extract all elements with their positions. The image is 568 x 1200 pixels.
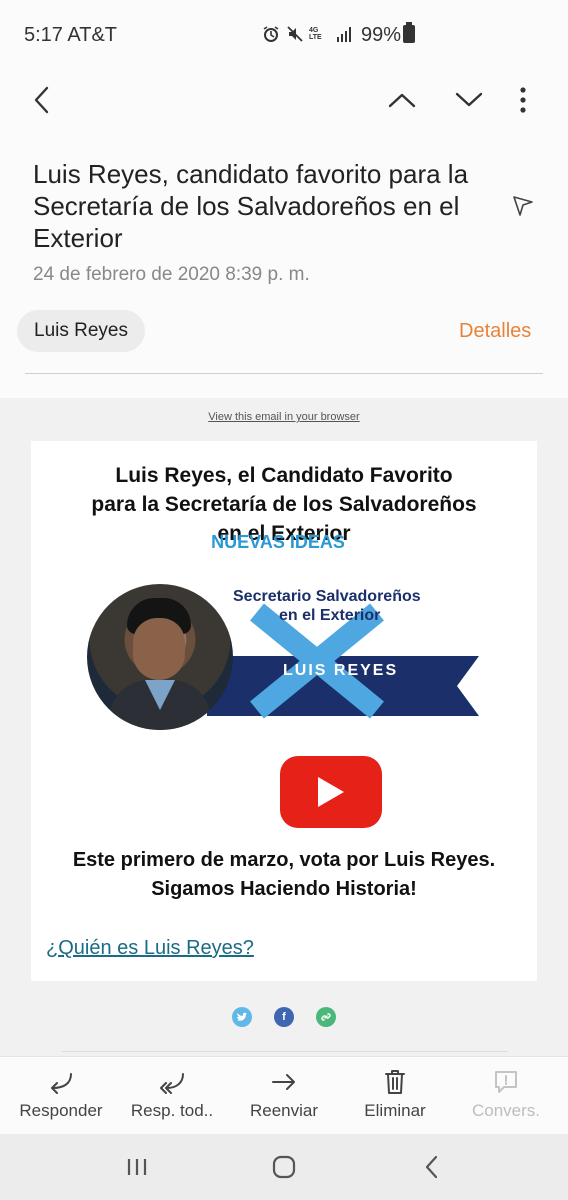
title-line: Luis Reyes, el Candidato Favorito [115, 464, 453, 487]
flag-icon [513, 196, 533, 216]
email-body: View this email in your browser Luis Rey… [0, 398, 568, 1056]
body-divider [62, 1051, 508, 1052]
status-bar: 5:17 AT&T 4G LTE 99% [0, 0, 568, 70]
who-is-link[interactable]: ¿Quién es Luis Reyes? [46, 937, 254, 960]
conversation-icon [495, 1071, 517, 1093]
email-toolbar [0, 70, 568, 130]
banner-line-1: Secretario Salvadoreños [233, 588, 421, 605]
battery-icon [403, 22, 415, 43]
delete-button[interactable]: Eliminar [340, 1067, 450, 1121]
cta-line: Sigamos Haciendo Historia! [151, 878, 417, 900]
reply-label: Responder [19, 1101, 103, 1120]
forward-button[interactable]: Reenviar [229, 1067, 339, 1121]
party-name: NUEVAS IDEAS [211, 532, 345, 552]
candidate-photo [87, 584, 233, 730]
chevron-up-icon [388, 93, 416, 108]
next-email-button[interactable] [447, 78, 491, 122]
signal-icon [336, 25, 354, 48]
trash-icon [385, 1070, 405, 1094]
system-nav-bar [0, 1134, 568, 1200]
facebook-icon[interactable]: f [274, 1007, 294, 1027]
flag-button[interactable] [505, 188, 541, 224]
photo-face [133, 618, 185, 680]
view-in-browser-link[interactable]: View this email in your browser [0, 411, 568, 423]
banner-candidate-name: LUIS REYES [283, 662, 399, 679]
conversation-label: Convers. [471, 1101, 541, 1120]
header-divider [25, 373, 543, 374]
banner-line-2: en el Exterior [279, 607, 381, 624]
sender-chip[interactable]: Luis Reyes [17, 310, 145, 352]
reply-button[interactable]: Responder [6, 1067, 116, 1121]
details-link[interactable]: Detalles [459, 320, 531, 343]
forward-label: Reenviar [249, 1101, 319, 1120]
email-action-bar: Responder Resp. tod.. Reenviar Eliminar … [0, 1056, 568, 1134]
title-line: para la Secretaría de los Salvadoreños [91, 493, 477, 516]
more-vertical-icon [520, 87, 526, 113]
call-to-action: Este primero de marzo, vota por Luis Rey… [31, 846, 537, 904]
recent-apps-button[interactable] [117, 1150, 157, 1184]
home-icon [272, 1155, 296, 1179]
back-button[interactable] [20, 78, 64, 122]
email-subject: Luis Reyes, candidato favorito para la S… [33, 159, 469, 253]
chevron-down-icon [455, 92, 483, 107]
email-header: Luis Reyes, candidato favorito para la S… [0, 130, 568, 398]
status-time: 5:17 AT&T [24, 24, 118, 46]
reply-icon [51, 1073, 72, 1094]
more-options-button[interactable] [501, 78, 545, 122]
recent-apps-icon [127, 1159, 147, 1175]
cta-line: Este primero de marzo, vota por Luis Rey… [72, 849, 496, 871]
link-icon[interactable] [316, 1007, 336, 1027]
delete-label: Eliminar [364, 1101, 426, 1120]
home-button[interactable] [264, 1150, 304, 1184]
reply-all-icon [160, 1073, 184, 1094]
chevron-left-icon [34, 86, 49, 114]
reply-all-label: Resp. tod.. [130, 1101, 214, 1120]
previous-email-button[interactable] [380, 78, 424, 122]
network-label: 4G LTE [309, 27, 322, 41]
back-nav-button[interactable] [412, 1150, 452, 1184]
social-links: f [232, 1007, 336, 1027]
mute-icon [286, 25, 304, 48]
youtube-play-button[interactable] [280, 756, 382, 828]
twitter-icon[interactable] [232, 1007, 252, 1027]
play-icon [318, 777, 344, 807]
alarm-icon [262, 25, 280, 48]
back-nav-icon [425, 1155, 438, 1179]
forward-icon [272, 1074, 295, 1090]
campaign-banner[interactable]: Secretario Salvadoreños en el Exterior L… [87, 584, 487, 734]
conversation-button[interactable]: Convers. [451, 1067, 561, 1121]
reply-all-button[interactable]: Resp. tod.. [117, 1067, 227, 1121]
email-date: 24 de febrero de 2020 8:39 p. m. [33, 264, 310, 285]
battery-percent: 99% [361, 24, 402, 46]
